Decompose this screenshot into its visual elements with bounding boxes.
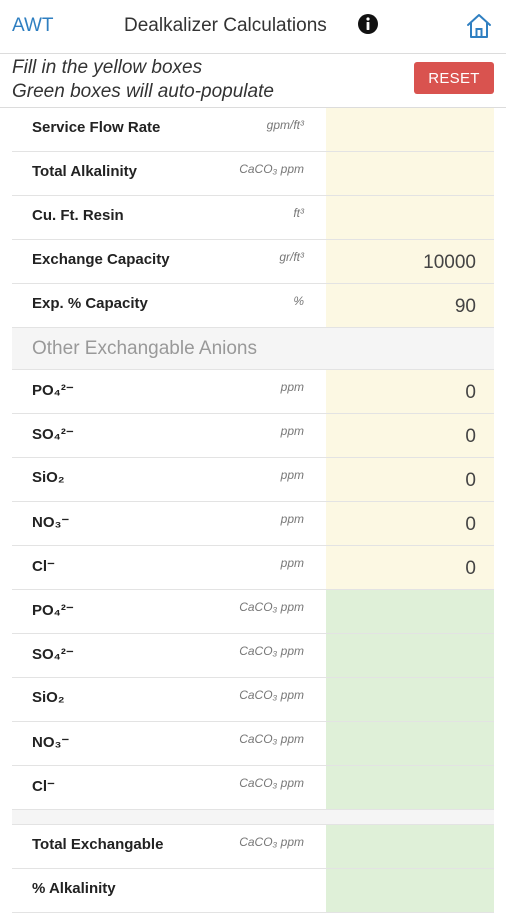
row-unit: ppm (280, 424, 304, 438)
row-label: % Alkalinity (32, 880, 116, 897)
po4-caco3-output (326, 590, 494, 633)
anion-caco3-row-so4: SO₄²⁻ CaCO₃ ppm (12, 634, 494, 678)
cl-ppm-input[interactable]: 0 (326, 546, 494, 589)
total-exchangable-output (326, 825, 494, 868)
app-header: AWT Dealkalizer Calculations (0, 0, 506, 54)
no3-caco3-output (326, 722, 494, 765)
sio2-ppm-input[interactable]: 0 (326, 458, 494, 501)
so4-caco3-output (326, 634, 494, 677)
row-label: NO₃⁻ (32, 514, 70, 531)
input-value: 90 (454, 296, 476, 317)
row-label: SO₄²⁻ (32, 646, 74, 663)
exchange-capacity-input[interactable]: 10000 (326, 240, 494, 283)
row-label: Exp. % Capacity (32, 295, 148, 312)
row-label: SiO₂ (32, 469, 65, 486)
input-row-total-alkalinity: Total Alkalinity CaCO₃ ppm (12, 152, 494, 196)
result-row-total-exchangable: Total Exchangable CaCO₃ ppm (12, 825, 494, 869)
row-unit: ppm (280, 556, 304, 570)
reset-button[interactable]: RESET (414, 62, 494, 94)
anion-ppm-row-sio2: SiO₂ ppm 0 (12, 458, 494, 502)
anion-caco3-row-cl: Cl⁻ CaCO₃ ppm (12, 766, 494, 810)
row-unit: CaCO₃ ppm (239, 776, 304, 790)
page-title: Dealkalizer Calculations (124, 15, 327, 36)
input-value: 0 (465, 426, 476, 447)
row-unit: ppm (280, 512, 304, 526)
section-title: Other Exchangable Anions (32, 338, 257, 359)
row-unit: % (293, 294, 304, 308)
row-label: Exchange Capacity (32, 251, 170, 268)
input-value: 0 (465, 382, 476, 403)
percent-alkalinity-output (326, 869, 494, 912)
row-label: Total Exchangable (32, 836, 164, 853)
anion-ppm-row-po4: PO₄²⁻ ppm 0 (12, 370, 494, 414)
total-alkalinity-input[interactable] (326, 152, 494, 195)
input-row-service-flow-rate: Service Flow Rate gpm/ft³ (12, 108, 494, 152)
row-unit: CaCO₃ ppm (239, 688, 304, 702)
section-spacer (12, 810, 494, 825)
anion-ppm-row-cl: Cl⁻ ppm 0 (12, 546, 494, 590)
po4-ppm-input[interactable]: 0 (326, 370, 494, 413)
sio2-caco3-output (326, 678, 494, 721)
row-unit: gpm/ft³ (266, 118, 304, 132)
back-link[interactable]: AWT (12, 15, 54, 37)
cl-caco3-output (326, 766, 494, 809)
row-unit: CaCO₃ ppm (239, 732, 304, 746)
anion-ppm-row-no3: NO₃⁻ ppm 0 (12, 502, 494, 546)
row-unit: CaCO₃ ppm (239, 600, 304, 614)
cu-ft-resin-input[interactable] (326, 196, 494, 239)
row-unit: ppm (280, 380, 304, 394)
anion-caco3-row-sio2: SiO₂ CaCO₃ ppm (12, 678, 494, 722)
row-label: NO₃⁻ (32, 734, 70, 751)
input-value: 0 (465, 514, 476, 535)
row-unit: ppm (280, 468, 304, 482)
row-unit: CaCO₃ ppm (239, 644, 304, 658)
row-label: SO₄²⁻ (32, 426, 74, 443)
row-label: SiO₂ (32, 689, 65, 706)
so4-ppm-input[interactable]: 0 (326, 414, 494, 457)
row-label: Total Alkalinity (32, 163, 138, 180)
row-unit: ft³ (293, 206, 304, 220)
input-value: 10000 (423, 252, 476, 273)
input-row-cu-ft-resin: Cu. Ft. Resin ft³ (12, 196, 494, 240)
calc-table: Service Flow Rate gpm/ft³ Total Alkalini… (12, 108, 494, 913)
row-label: Service Flow Rate (32, 119, 161, 136)
exp-capacity-input[interactable]: 90 (326, 284, 494, 327)
input-row-exp-capacity: Exp. % Capacity % 90 (12, 284, 494, 328)
info-circle-icon[interactable] (357, 13, 379, 35)
row-unit: CaCO₃ ppm (239, 162, 304, 176)
home-icon[interactable] (465, 12, 493, 40)
instruction-line-2: Green boxes will auto-populate (12, 81, 274, 102)
result-row-percent-alkalinity: % Alkalinity (12, 869, 494, 913)
input-row-exchange-capacity: Exchange Capacity gr/ft³ 10000 (12, 240, 494, 284)
anion-caco3-row-no3: NO₃⁻ CaCO₃ ppm (12, 722, 494, 766)
row-label: Cu. Ft. Resin (32, 207, 124, 224)
input-value: 0 (465, 470, 476, 491)
input-value: 0 (465, 558, 476, 579)
service-flow-rate-input[interactable] (326, 108, 494, 151)
instructions: Fill in the yellow boxes Green boxes wil… (12, 56, 274, 104)
no3-ppm-input[interactable]: 0 (326, 502, 494, 545)
anion-ppm-row-so4: SO₄²⁻ ppm 0 (12, 414, 494, 458)
row-label: Cl⁻ (32, 778, 55, 795)
row-unit: CaCO₃ ppm (239, 835, 304, 849)
section-header: Other Exchangable Anions (12, 328, 494, 370)
row-label: Cl⁻ (32, 558, 55, 575)
row-label: PO₄²⁻ (32, 602, 74, 619)
instruction-line-1: Fill in the yellow boxes (12, 57, 203, 78)
row-label: PO₄²⁻ (32, 382, 74, 399)
row-unit: gr/ft³ (279, 250, 304, 264)
anion-caco3-row-po4: PO₄²⁻ CaCO₃ ppm (12, 590, 494, 634)
